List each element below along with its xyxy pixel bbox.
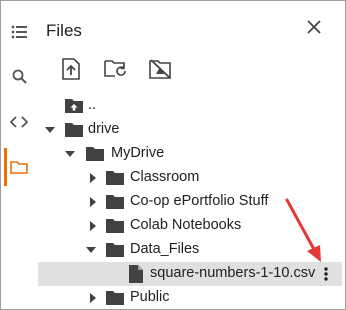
folder-icon bbox=[65, 122, 83, 141]
panel-title: Files bbox=[46, 21, 82, 40]
tree-row-folder[interactable]: Colab Notebooks bbox=[38, 214, 342, 238]
tree-row-folder[interactable]: Public bbox=[38, 286, 342, 310]
folder-icon[interactable] bbox=[1, 152, 37, 182]
table-of-contents-icon[interactable] bbox=[1, 17, 37, 47]
tree-label: MyDrive bbox=[111, 145, 165, 161]
tree-label: Public bbox=[130, 289, 170, 305]
folder-icon bbox=[86, 146, 104, 165]
tree-label: Co-op ePortfolio Stuff bbox=[130, 193, 269, 209]
tree-row-drive[interactable]: drive bbox=[38, 118, 342, 142]
tree-label: Colab Notebooks bbox=[130, 217, 242, 233]
tree-row-file[interactable]: square-numbers-1-10.csv bbox=[38, 262, 342, 286]
folder-icon bbox=[106, 170, 124, 189]
upload-icon[interactable] bbox=[58, 56, 84, 82]
tree-row-parent[interactable]: .. bbox=[38, 94, 342, 118]
search-icon[interactable] bbox=[1, 61, 37, 91]
unmount-drive-icon[interactable] bbox=[147, 56, 173, 82]
refresh-folder-icon[interactable] bbox=[103, 56, 129, 82]
tree-label: Classroom bbox=[130, 169, 200, 185]
tree-label: .. bbox=[88, 97, 97, 113]
caret-right-icon[interactable] bbox=[88, 197, 98, 207]
tree-row-folder[interactable]: Data_Files bbox=[38, 238, 342, 262]
folder-icon bbox=[106, 194, 124, 213]
caret-down-icon[interactable] bbox=[86, 245, 96, 255]
caret-down-icon[interactable] bbox=[45, 125, 55, 135]
caret-right-icon[interactable] bbox=[88, 293, 98, 303]
tree-row-folder[interactable]: Classroom bbox=[38, 166, 342, 190]
side-rail bbox=[1, 1, 37, 308]
folder-up-icon bbox=[65, 98, 83, 117]
tree-label: Data_Files bbox=[130, 241, 200, 257]
files-panel: Files .. drive MyDrive Classroom Co-op e… bbox=[37, 1, 345, 308]
more-vert-icon[interactable] bbox=[320, 264, 332, 284]
folder-icon bbox=[106, 290, 124, 309]
tree-row-mydrive[interactable]: MyDrive bbox=[38, 142, 342, 166]
close-icon[interactable] bbox=[300, 13, 328, 41]
caret-down-icon[interactable] bbox=[65, 149, 75, 159]
tree-row-folder[interactable]: Co-op ePortfolio Stuff bbox=[38, 190, 342, 214]
caret-right-icon[interactable] bbox=[88, 221, 98, 231]
folder-icon bbox=[106, 242, 124, 261]
code-icon[interactable] bbox=[1, 107, 37, 137]
caret-right-icon[interactable] bbox=[88, 173, 98, 183]
folder-icon bbox=[106, 218, 124, 237]
file-icon bbox=[129, 265, 143, 287]
tree-label: square-numbers-1-10.csv bbox=[150, 265, 316, 281]
tree-label: drive bbox=[88, 121, 120, 137]
